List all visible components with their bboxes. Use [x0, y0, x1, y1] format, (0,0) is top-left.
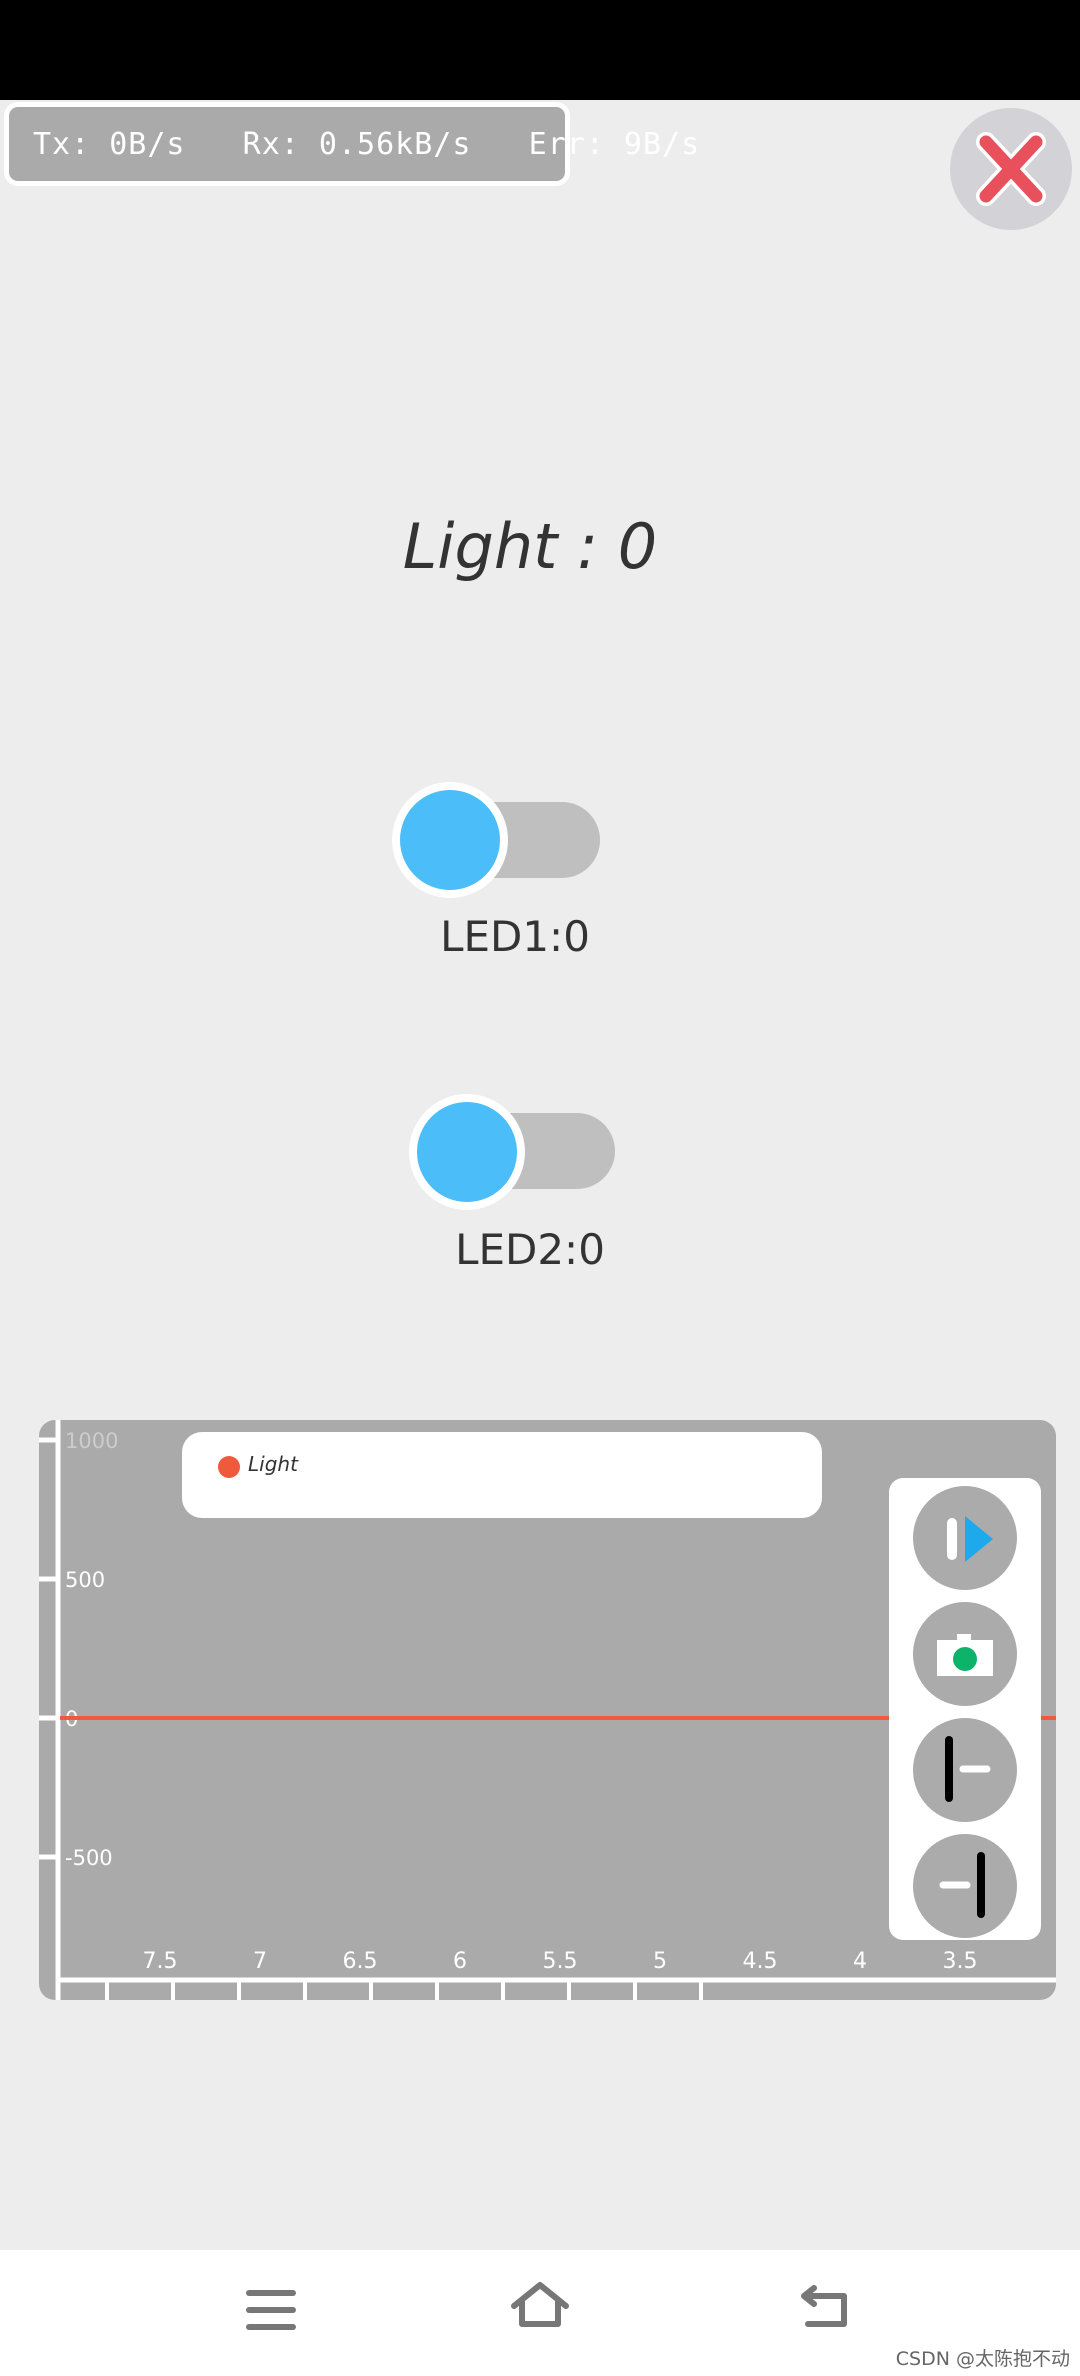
led2-label: LED2:0 — [455, 1225, 605, 1274]
chart-controls — [889, 1478, 1041, 1940]
led1-label: LED1:0 — [440, 912, 590, 961]
y-tick-label: 1000 — [65, 1429, 118, 1453]
x-tick-label: 7.5 — [143, 1949, 178, 1974]
x-tick-label: 6 — [453, 1949, 467, 1974]
watermark: CSDN @太陈抱不动 — [895, 2348, 1070, 2370]
menu-icon[interactable] — [245, 2285, 297, 2335]
home-icon[interactable] — [510, 2280, 570, 2336]
led2-switch-thumb[interactable] — [409, 1094, 525, 1210]
y-tick-label: -500 — [65, 1846, 113, 1870]
snapshot-button[interactable] — [913, 1602, 1017, 1706]
back-icon[interactable] — [798, 2282, 852, 2332]
align-right-icon — [939, 1852, 985, 1918]
x-tick-label: 5.5 — [543, 1949, 578, 1974]
x-tick-label: 4.5 — [743, 1949, 778, 1974]
legend-label: Light — [248, 1452, 298, 1476]
play-pause-icon — [947, 1516, 993, 1562]
y-tick-label: 500 — [65, 1568, 105, 1592]
x-tick-label: 3.5 — [943, 1949, 978, 1974]
close-x-icon — [976, 132, 1046, 206]
status-bar — [0, 0, 1080, 100]
play-pause-button[interactable] — [913, 1486, 1017, 1590]
x-tick-label: 4 — [853, 1949, 867, 1974]
chart-legend: Light — [182, 1432, 822, 1518]
stats-text: Tx: 0B/s Rx: 0.56kB/s Err: 9B/s — [33, 126, 701, 162]
align-right-button[interactable] — [913, 1834, 1017, 1938]
align-left-button[interactable] — [913, 1718, 1017, 1822]
navigation-bar: CSDN @太陈抱不动 — [0, 2250, 1080, 2376]
legend-dot — [218, 1456, 240, 1478]
close-button[interactable] — [950, 108, 1072, 230]
align-left-icon — [945, 1736, 991, 1802]
x-tick-label: 5 — [653, 1949, 667, 1974]
x-tick-label: 6.5 — [343, 1949, 378, 1974]
led1-switch-thumb[interactable] — [392, 782, 508, 898]
light-value: Light : 0 — [402, 510, 658, 583]
x-tick-label: 7 — [253, 1949, 267, 1974]
throughput-stats: Tx: 0B/s Rx: 0.56kB/s Err: 9B/s — [4, 102, 699, 186]
camera-icon — [937, 1634, 993, 1676]
